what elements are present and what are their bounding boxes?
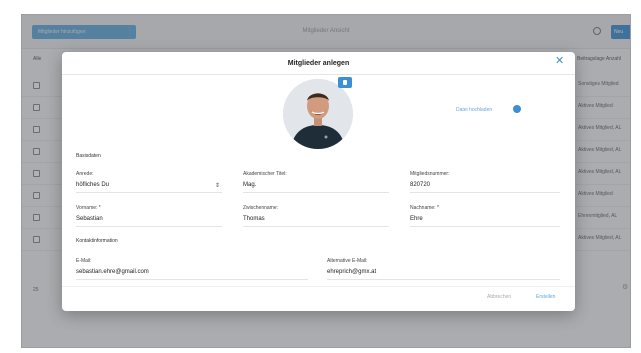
middle-name-input[interactable]: Thomas (243, 213, 389, 227)
last-name-input[interactable]: Ehre (410, 213, 560, 227)
middle-name-label: Zwischenname: (243, 205, 279, 211)
create-member-dialog: Mitglieder anlegen ✕ Datei hochladen Bas… (62, 52, 575, 311)
last-name-field[interactable]: Nachname: * Ehre (410, 205, 560, 227)
section-contact-info: Kontaktinformation (76, 238, 118, 244)
cancel-button[interactable]: Abbrechen (487, 294, 511, 300)
camera-icon[interactable] (338, 77, 352, 88)
email-input[interactable]: sebastian.ehre@gmail.com (76, 266, 308, 280)
section-basic-data: Basisdaten (76, 153, 101, 159)
first-name-label: Vorname: * (76, 205, 101, 211)
email-field[interactable]: E-Mail: sebastian.ehre@gmail.com (76, 258, 308, 280)
member-number-input[interactable]: 820720 (410, 179, 560, 193)
academic-title-input[interactable]: Mag. (243, 179, 389, 193)
footer-divider (62, 286, 575, 287)
first-name-field[interactable]: Vorname: * Sebastian (76, 205, 222, 227)
academic-title-field[interactable]: Akademischer Titel: Mag. (243, 171, 389, 193)
first-name-input[interactable]: Sebastian (76, 213, 222, 227)
member-number-label: Mitgliedsnummer: (410, 171, 450, 177)
salutation-label: Anrede: (76, 171, 94, 177)
member-number-field[interactable]: Mitgliedsnummer: 820720 (410, 171, 560, 193)
info-icon[interactable] (513, 105, 521, 113)
academic-title-label: Akademischer Titel: (243, 171, 287, 177)
salutation-field[interactable]: Anrede: höfliches Du ⇕ (76, 171, 222, 193)
last-name-label: Nachname: * (410, 205, 439, 211)
middle-name-field[interactable]: Zwischenname: Thomas (243, 205, 389, 227)
divider (62, 74, 575, 75)
avatar (283, 79, 353, 149)
alternative-email-input[interactable]: ehreprich@gmx.at (327, 266, 560, 280)
close-icon[interactable]: ✕ (555, 56, 564, 67)
email-label: E-Mail: (76, 258, 92, 264)
dialog-title: Mitglieder anlegen (287, 60, 350, 67)
create-button[interactable]: Erstellen (536, 294, 555, 300)
chevron-updown-icon: ⇕ (214, 183, 220, 189)
alternative-email-label: Alternative E-Mail: (327, 258, 368, 264)
salutation-select[interactable]: höfliches Du (76, 179, 222, 193)
upload-link[interactable]: Datei hochladen (456, 107, 492, 113)
alternative-email-field[interactable]: Alternative E-Mail: ehreprich@gmx.at (327, 258, 560, 280)
